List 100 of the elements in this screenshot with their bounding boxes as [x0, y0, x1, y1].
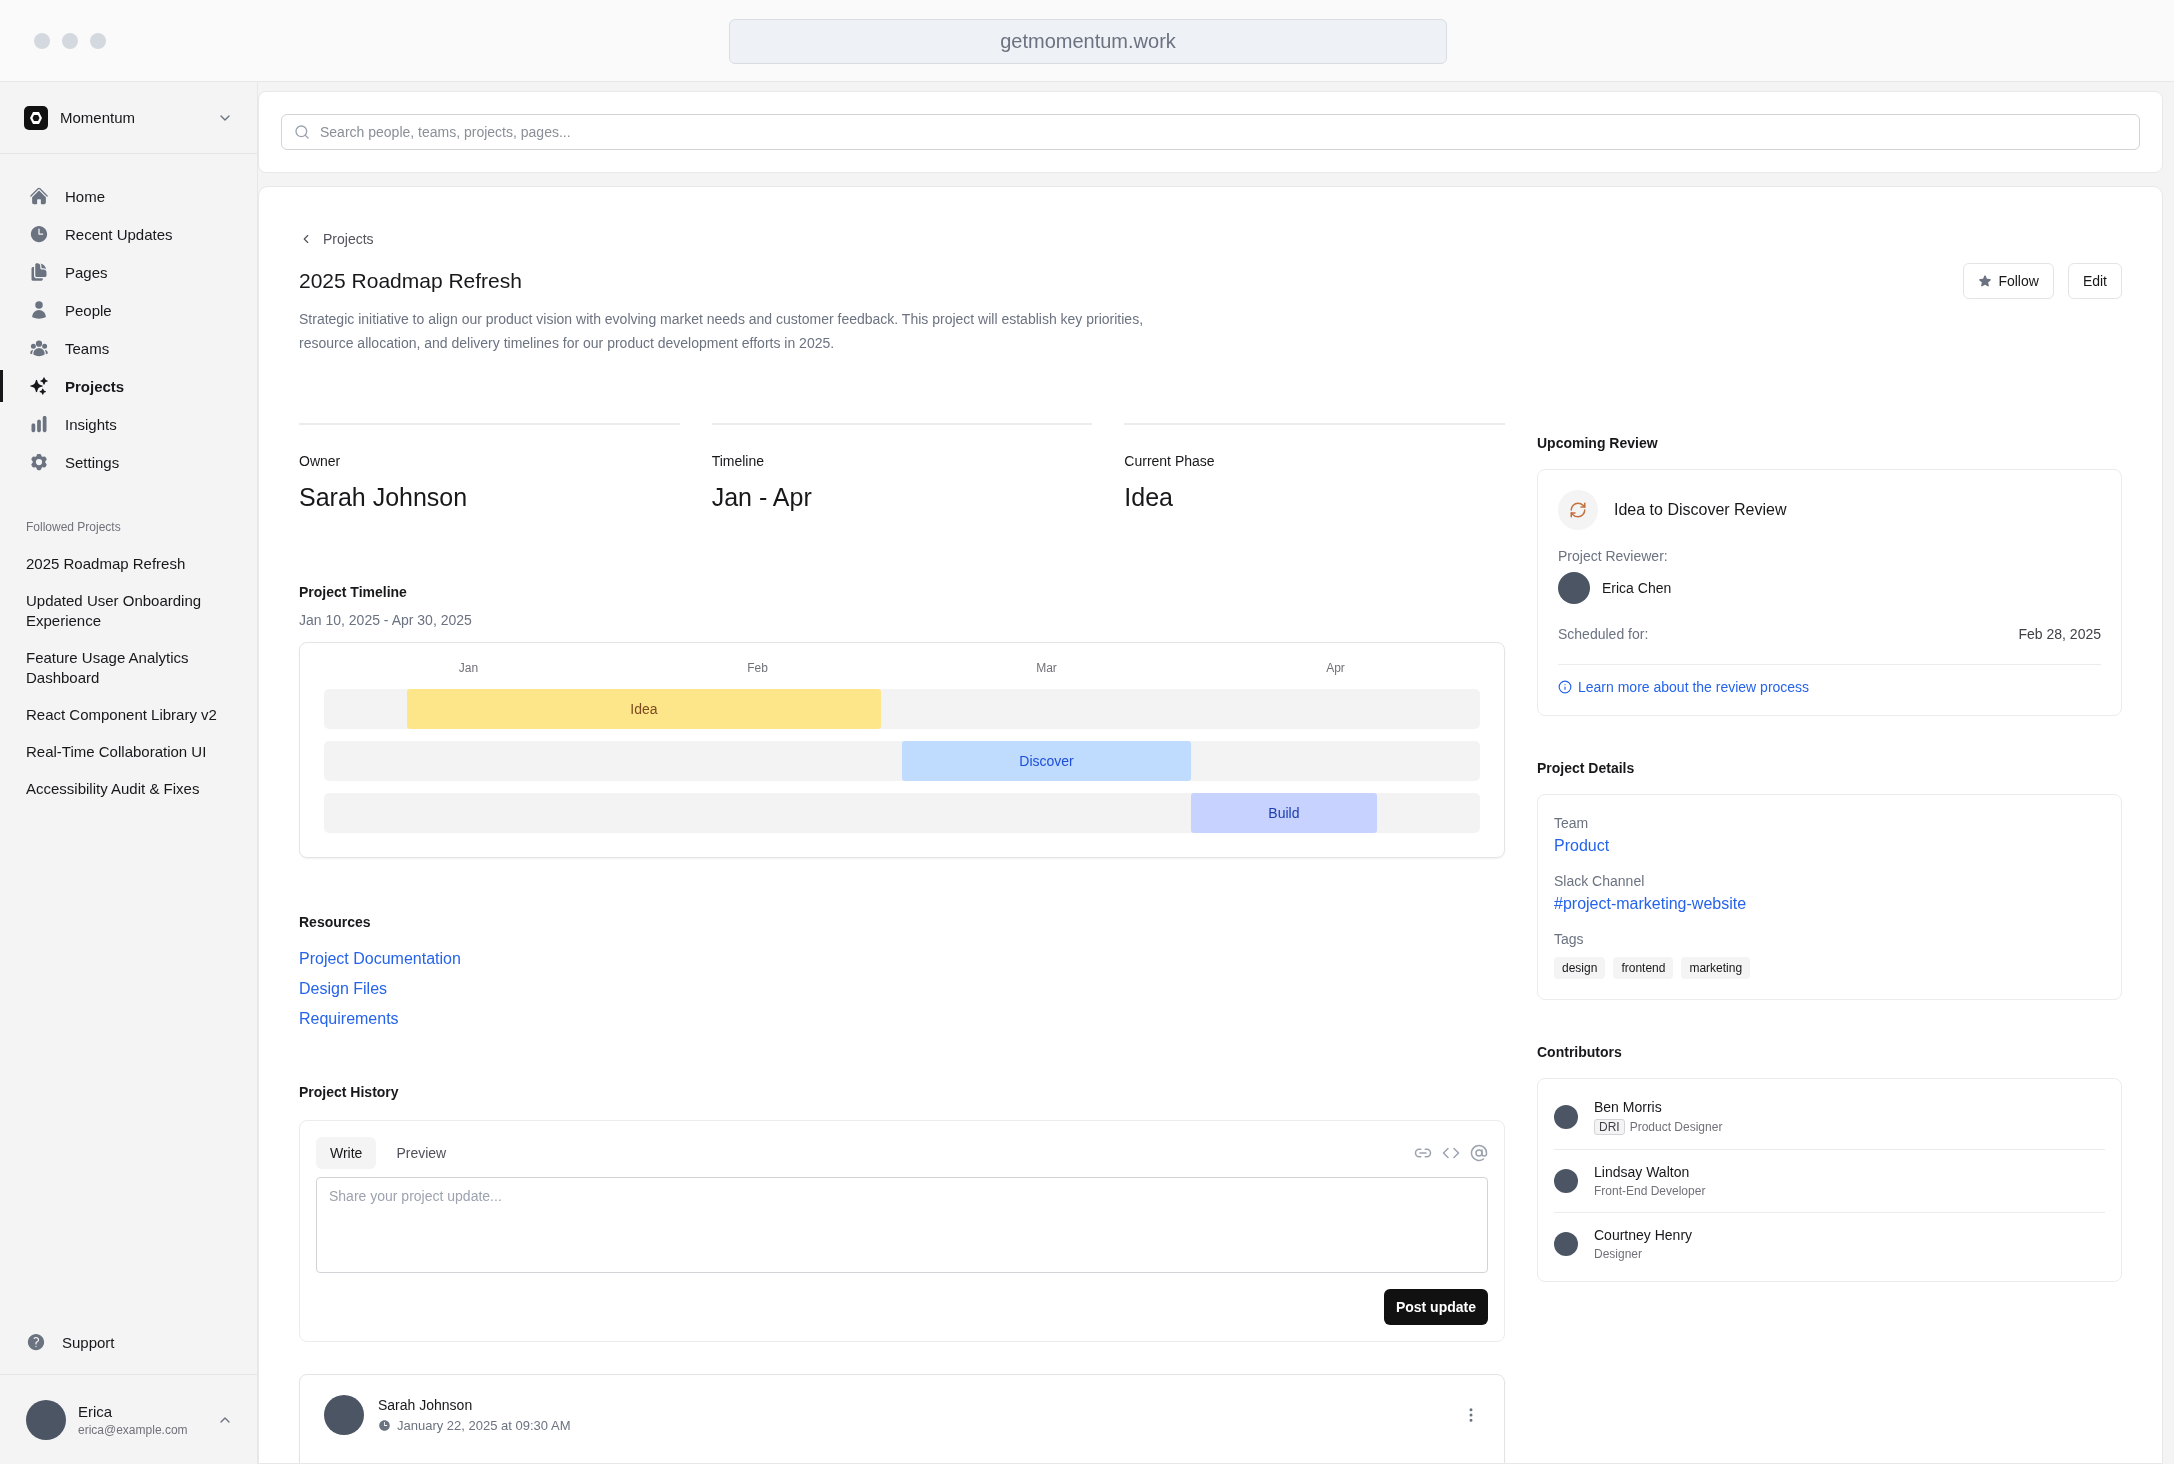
month-label: Apr: [1326, 661, 1345, 675]
stat-value: Jan - Apr: [711, 483, 813, 512]
phase-bar: Discover: [902, 741, 1191, 781]
reviewer-name: Erica Chen: [1602, 580, 1672, 596]
detail-label: Team: [1554, 815, 1590, 831]
refresh-arrows-icon: [1569, 501, 1587, 519]
phase-bar: Build: [1191, 793, 1377, 833]
stat-value: Idea: [1124, 483, 1174, 512]
scheduled-label: Scheduled for:: [1558, 626, 1649, 642]
review-name: Idea to Discover Review: [1614, 501, 1787, 519]
resource-link[interactable]: Design Files: [299, 980, 388, 998]
month-label: Feb: [747, 661, 768, 675]
followed-project[interactable]: React Component Library v2: [0, 697, 257, 734]
resource-link[interactable]: Requirements: [299, 1010, 399, 1028]
contributor-avatar: [1554, 1105, 1578, 1129]
contributor-role: Designer: [1594, 1247, 1643, 1261]
search-icon: [294, 124, 310, 140]
resource-link[interactable]: Project Documentation: [299, 950, 461, 968]
settings-icon: [29, 452, 49, 472]
window-dot[interactable]: [34, 32, 50, 49]
sparkles-icon: [29, 376, 49, 396]
review-process-link[interactable]: Learn more about the review process: [1558, 679, 1810, 695]
timeline-dates: Jan 10, 2025 - Apr 30, 2025: [299, 612, 473, 628]
stat-label: Current Phase: [1124, 453, 1216, 469]
section-heading: Project History: [299, 1084, 400, 1100]
follow-button[interactable]: Follow: [1963, 263, 2054, 299]
mention-icon[interactable]: [1470, 1144, 1488, 1162]
slack-link[interactable]: #project-marketing-website: [1554, 895, 1747, 913]
breadcrumb-link[interactable]: Projects: [299, 231, 2122, 247]
help-icon: [26, 1332, 46, 1352]
contributor-role: Front-End Developer: [1594, 1184, 1706, 1198]
post-time: January 22, 2025 at 09:30 AM: [397, 1418, 571, 1433]
contributor-name: Courtney Henry: [1594, 1227, 1693, 1243]
section-heading: Project Timeline: [299, 584, 408, 600]
nav-item[interactable]: Recent Updates: [0, 218, 257, 250]
workspace-name[interactable]: Momentum: [60, 109, 205, 126]
section-label: Followed Projects: [25, 519, 122, 536]
contributor-avatar: [1554, 1169, 1578, 1193]
editor-tab[interactable]: Preview: [382, 1137, 461, 1169]
author-name: Sarah Johnson: [378, 1397, 474, 1413]
user-name: Erica: [78, 1402, 114, 1420]
stat-label: Owner: [299, 453, 342, 469]
tag[interactable]: marketing: [1681, 957, 1751, 979]
home-icon: [29, 186, 49, 206]
phase-bar: Idea: [406, 689, 882, 729]
detail-label: Slack Channel: [1554, 873, 1646, 889]
post-update-button[interactable]: Post update: [1383, 1289, 1488, 1325]
role-badge: DRI: [1594, 1119, 1625, 1135]
window-dot[interactable]: [90, 32, 106, 49]
tag[interactable]: design: [1554, 957, 1606, 979]
star-icon: [1978, 274, 1993, 288]
month-label: Jan: [458, 661, 479, 675]
author-avatar: [324, 1395, 364, 1435]
reviewer-label: Project Reviewer:: [1558, 548, 1669, 564]
month-label: Mar: [1036, 661, 1057, 675]
followed-project[interactable]: 2025 Roadmap Refresh: [0, 546, 257, 583]
update-input[interactable]: Share your project update...: [316, 1177, 1488, 1273]
edit-button[interactable]: Edit: [2067, 263, 2122, 299]
nav-item[interactable]: Home: [0, 180, 257, 212]
contributor-name: Ben Morris: [1594, 1099, 1663, 1115]
nav-item[interactable]: Teams: [0, 332, 257, 364]
person-icon: [29, 300, 49, 320]
detail-label: Tags: [1554, 931, 1585, 947]
project-title: 2025 Roadmap Refresh: [299, 269, 523, 293]
section-heading: Contributors: [1537, 1044, 1623, 1060]
bar-chart-icon: [29, 414, 49, 434]
contributor-role: Product Designer: [1629, 1120, 1723, 1134]
contributor-avatar: [1554, 1232, 1578, 1256]
followed-project[interactable]: Real-Time Collaboration UI: [0, 734, 257, 771]
followed-project[interactable]: Updated User Onboarding Experience: [0, 583, 257, 640]
pages-icon: [29, 262, 49, 282]
followed-project[interactable]: Accessibility Audit & Fixes: [0, 771, 257, 808]
clock-icon: [378, 1419, 391, 1432]
url-field[interactable]: getmomentum.work: [729, 19, 1447, 64]
info-icon: [1558, 680, 1572, 694]
nav-item[interactable]: Settings: [0, 446, 257, 478]
section-heading: Upcoming Review: [1537, 435, 1659, 451]
search-field[interactable]: Search people, teams, projects, pages...: [281, 114, 2140, 150]
contributor-name: Lindsay Walton: [1594, 1164, 1691, 1180]
nav-item[interactable]: People: [0, 294, 257, 326]
window-dot[interactable]: [62, 32, 78, 49]
scheduled-date: Feb 28, 2025: [2018, 626, 2101, 642]
support-link[interactable]: Support: [0, 1332, 257, 1374]
section-heading: Project Details: [1537, 760, 1636, 776]
stat-value: Sarah Johnson: [299, 483, 469, 512]
editor-tab[interactable]: Write: [316, 1137, 377, 1169]
nav-item[interactable]: Pages: [0, 256, 257, 288]
project-description: Strategic initiative to align our product vision with evolving market needs and customer feedback. This project will establish key priorities, resource allocation, and delivery timelines for our product development efforts in 2025.: [299, 310, 1145, 353]
section-heading: Resources: [299, 914, 372, 930]
reviewer-avatar: [1558, 572, 1590, 604]
user-email: erica@example.com: [78, 1422, 189, 1437]
stat-label: Timeline: [711, 453, 766, 469]
followed-project[interactable]: Feature Usage Analytics Dashboard: [0, 640, 257, 697]
nav-item[interactable]: Insights: [0, 408, 257, 440]
user-avatar: [26, 1399, 66, 1440]
clock-icon: [29, 224, 49, 244]
logo-icon: [24, 105, 48, 130]
people-icon: [29, 338, 49, 358]
tag[interactable]: frontend: [1613, 957, 1674, 979]
team-link[interactable]: Product: [1554, 837, 1610, 855]
